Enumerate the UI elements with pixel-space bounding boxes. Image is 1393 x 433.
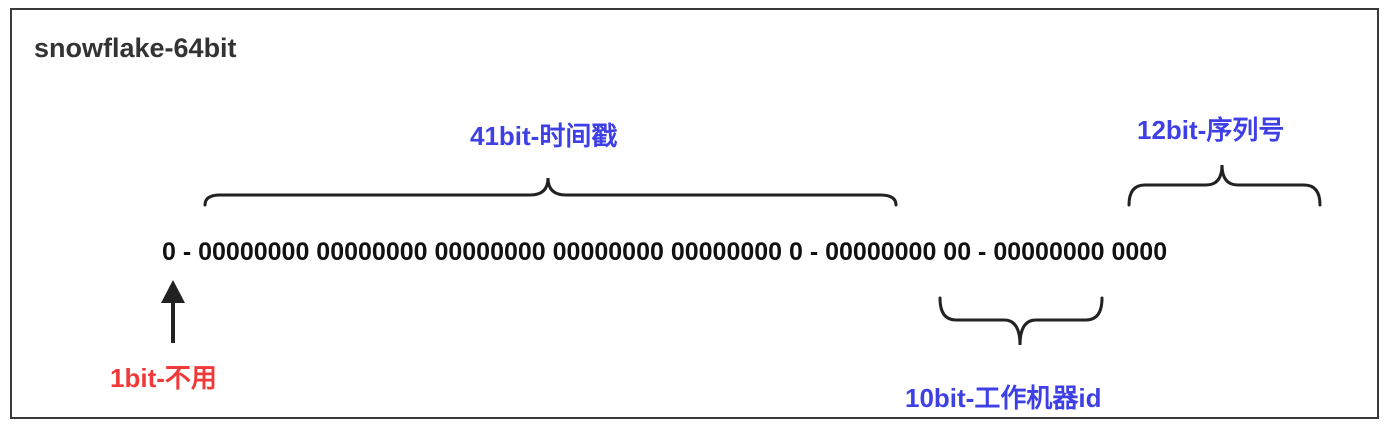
brace-overlay	[161, 164, 1322, 346]
worker-id-brace	[938, 296, 1104, 346]
sequence-brace	[1127, 164, 1322, 207]
unused-bit-arrow-icon	[161, 280, 185, 343]
timestamp-brace	[203, 177, 898, 207]
